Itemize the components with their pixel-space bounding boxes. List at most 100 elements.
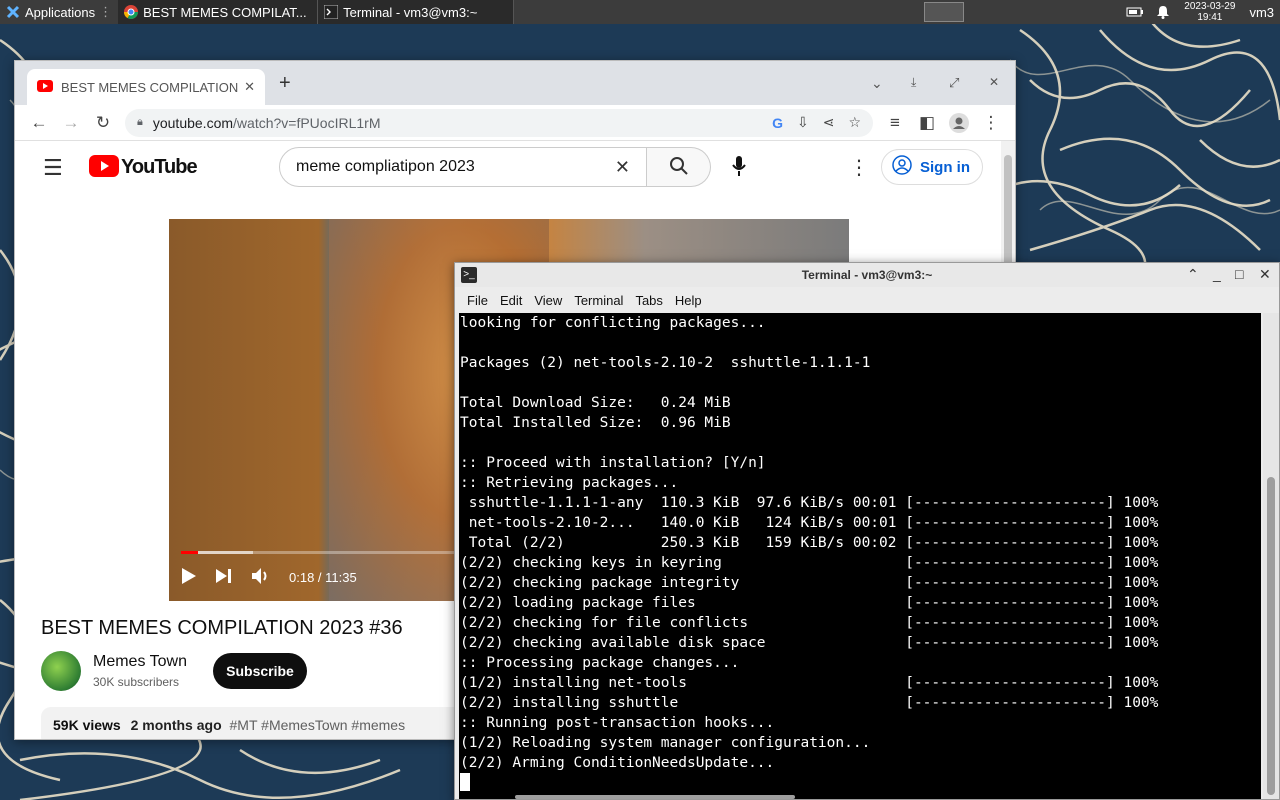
terminal-minimize-icon[interactable]: _: [1213, 266, 1221, 282]
tray-workspace[interactable]: [918, 0, 970, 24]
search-button[interactable]: [647, 147, 711, 187]
terminal-line: Total Download Size: 0.24 MiB: [460, 395, 731, 411]
youtube-favicon-icon: [37, 79, 53, 95]
terminal-prompt-line: [460, 773, 1261, 793]
terminal-title: Terminal - vm3@vm3:~: [801, 268, 933, 282]
terminal-line: (1/2) Reloading system manager configura…: [460, 735, 871, 751]
clear-search-icon[interactable]: ✕: [615, 157, 630, 178]
channel-subscribers: 30K subscribers: [93, 675, 180, 689]
taskbar-item-chrome[interactable]: BEST MEMES COMPILAT...: [118, 0, 319, 24]
bookmark-star-icon[interactable]: ☆: [848, 114, 861, 131]
taskbar-item-terminal-label: Terminal - vm3@vm3:~: [343, 4, 478, 20]
video-played: [181, 551, 199, 554]
menu-view[interactable]: View: [534, 293, 562, 308]
settings-kebab-icon[interactable]: ⋮: [849, 155, 869, 180]
search-input[interactable]: meme compliatipon 2023 ✕: [279, 147, 647, 187]
tab-search-icon[interactable]: ⌄: [871, 75, 883, 92]
menu-tabs[interactable]: Tabs: [635, 293, 662, 308]
next-icon[interactable]: [215, 568, 233, 587]
applications-menu[interactable]: Applications ⋮: [0, 0, 118, 24]
account-icon: [892, 155, 912, 179]
browser-toolbar: ← → ↻ 🔒︎ youtube.com /watch?v=fPUocIRL1r…: [15, 105, 1015, 141]
terminal-line: (2/2) checking for file conflicts [-----…: [460, 615, 1159, 631]
tab-strip: BEST MEMES COMPILATION ✕ + ⌄ ⤓ ⤢ ✕: [15, 61, 1015, 105]
terminal-cursor: [460, 773, 470, 791]
taskbar-item-terminal[interactable]: Terminal - vm3@vm3:~: [318, 0, 515, 24]
terminal-line: (2/2) checking keys in keyring [--------…: [460, 555, 1159, 571]
forward-icon[interactable]: →: [55, 107, 87, 139]
menu-help[interactable]: Help: [675, 293, 702, 308]
media-controls-icon[interactable]: ≡: [879, 107, 911, 139]
terminal-line: (2/2) installing sshuttle [-------------…: [460, 695, 1159, 711]
close-window-icon[interactable]: ✕: [989, 75, 999, 89]
subscribe-button[interactable]: Subscribe: [213, 653, 307, 689]
terminal-window: >_ Terminal - vm3@vm3:~ ⌃ _ □ ✕ File Edi…: [454, 262, 1280, 800]
google-lens-icon[interactable]: G: [772, 115, 783, 131]
search-icon: [669, 156, 689, 179]
url-path: /watch?v=fPUocIRL1rM: [233, 114, 381, 131]
terminal-output[interactable]: looking for conflicting packages... Pack…: [459, 313, 1261, 799]
video-description[interactable]: 59K views 2 months ago #MT #MemesTown #m…: [41, 707, 501, 739]
user-menu[interactable]: vm3: [1243, 0, 1280, 24]
menu-file[interactable]: File: [467, 293, 488, 308]
chrome-menu-icon[interactable]: ⋮: [975, 107, 1007, 139]
channel-avatar[interactable]: [41, 651, 81, 691]
terminal-close-icon[interactable]: ✕: [1259, 266, 1271, 283]
video-title: BEST MEMES COMPILATION 2023 #36: [41, 617, 403, 639]
side-panel-icon[interactable]: ◧: [911, 107, 943, 139]
video-time: 0:18 / 11:35: [289, 569, 357, 585]
youtube-logo[interactable]: YouTube: [89, 155, 198, 180]
top-panel: Applications ⋮ BEST MEMES COMPILAT... Te…: [0, 0, 1280, 24]
channel-name[interactable]: Memes Town: [93, 653, 187, 671]
terminal-maximize-icon[interactable]: □: [1235, 266, 1243, 282]
terminal-scrollbar[interactable]: [1263, 313, 1279, 799]
hashtags[interactable]: #MT #MemesTown #memes: [230, 717, 406, 733]
battery-icon[interactable]: [1120, 0, 1150, 24]
shade-icon[interactable]: ⌃: [1187, 266, 1199, 283]
new-tab-icon[interactable]: +: [279, 72, 291, 95]
browser-tab[interactable]: BEST MEMES COMPILATION ✕: [27, 69, 265, 105]
profile-icon[interactable]: [943, 107, 975, 139]
terminal-line: (2/2) loading package files [-----------…: [460, 595, 1159, 611]
terminal-horizontal-scrollbar[interactable]: [515, 795, 795, 799]
microphone-icon[interactable]: [731, 155, 747, 180]
terminal-line: net-tools-2.10-2... 140.0 KiB 124 KiB/s …: [460, 515, 1159, 531]
terminal-titlebar[interactable]: >_ Terminal - vm3@vm3:~ ⌃ _ □ ✕: [455, 263, 1279, 287]
minimize-icon[interactable]: ⤓: [911, 75, 916, 90]
volume-icon[interactable]: [251, 567, 271, 588]
terminal-line: sshuttle-1.1.1-1-any 110.3 KiB 97.6 KiB/…: [460, 495, 1159, 511]
applications-label: Applications: [25, 4, 96, 20]
terminal-line: :: Processing package changes...: [460, 655, 740, 671]
clock-date: 2023-03-29: [1184, 1, 1236, 12]
clock[interactable]: 2023-03-29 19:41: [1176, 0, 1243, 24]
terminal-line: Packages (2) net-tools-2.10-2 sshuttle-1…: [460, 355, 871, 371]
terminal-line: Total (2/2) 250.3 KiB 159 KiB/s 00:02 [-…: [460, 535, 1159, 551]
menu-edit[interactable]: Edit: [500, 293, 522, 308]
lock-icon: 🔒︎: [137, 116, 143, 128]
back-icon[interactable]: ←: [23, 107, 55, 139]
terminal-line: :: Running post-transaction hooks...: [460, 715, 775, 731]
hamburger-menu-icon[interactable]: ☰: [43, 155, 63, 181]
posted-date: 2 months ago: [130, 717, 222, 733]
maximize-icon[interactable]: ⤢: [949, 75, 959, 91]
menu-terminal[interactable]: Terminal: [574, 293, 623, 308]
youtube-logo-icon: [89, 155, 119, 180]
address-bar[interactable]: 🔒︎ youtube.com /watch?v=fPUocIRL1rM G ⇩ …: [125, 108, 873, 137]
terminal-line: looking for conflicting packages...: [460, 315, 766, 331]
workspace-switcher-icon: [924, 2, 965, 22]
play-icon[interactable]: [181, 567, 197, 588]
terminal-line: (2/2) Arming ConditionNeedsUpdate...: [460, 755, 775, 771]
reload-icon[interactable]: ↻: [87, 107, 119, 139]
search-query: meme compliatipon 2023: [296, 158, 475, 175]
notification-bell-icon[interactable]: [1150, 0, 1176, 24]
terminal-scrollbar-thumb[interactable]: [1267, 477, 1275, 795]
sign-in-button[interactable]: Sign in: [881, 149, 983, 185]
install-app-icon[interactable]: ⇩: [797, 114, 809, 131]
tab-close-icon[interactable]: ✕: [244, 79, 255, 95]
share-icon[interactable]: ⋖: [823, 114, 835, 131]
sign-in-label: Sign in: [920, 158, 970, 176]
terminal-line: :: Proceed with installation? [Y/n]: [460, 455, 766, 471]
